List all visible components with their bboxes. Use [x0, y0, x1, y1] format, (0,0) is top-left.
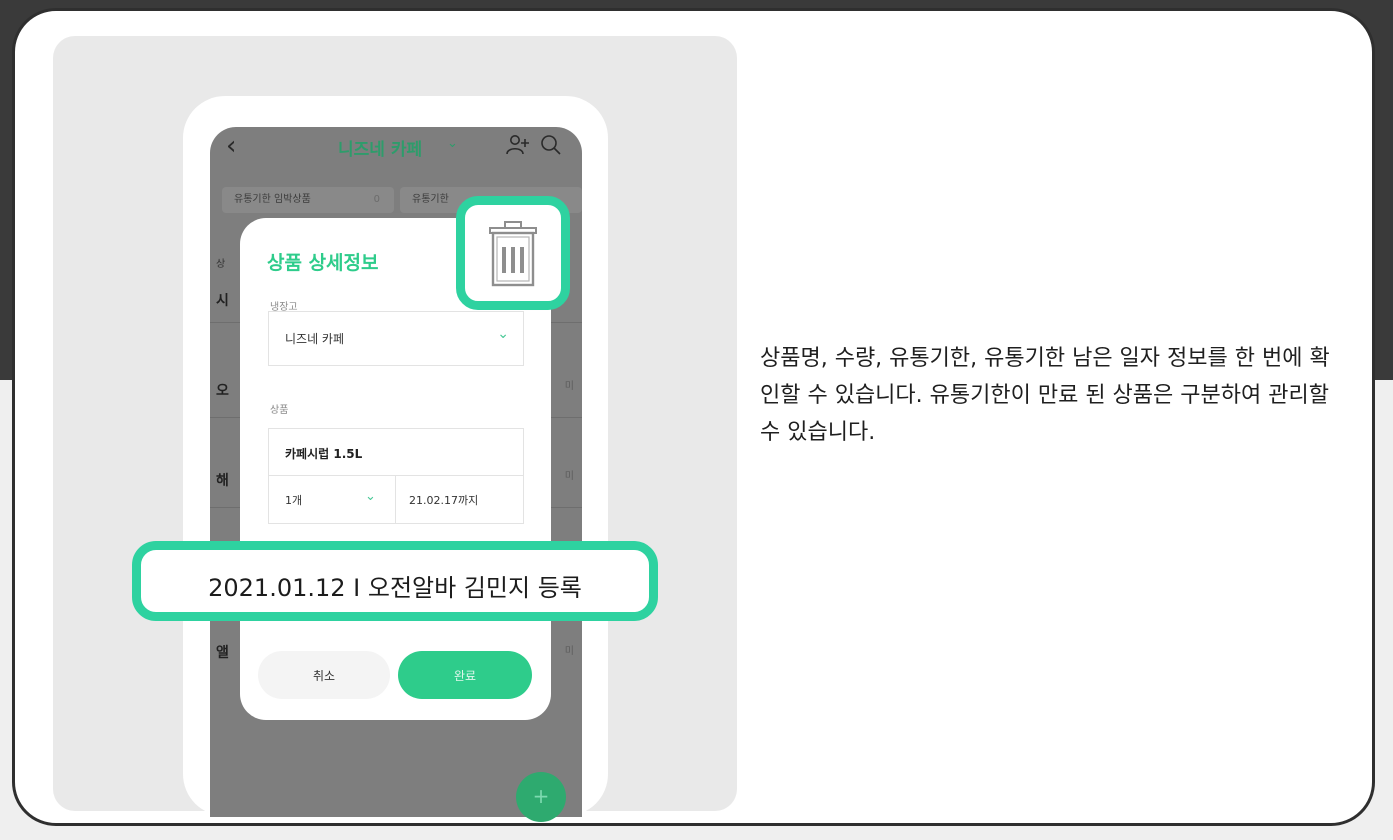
- divider: [269, 475, 523, 476]
- add-item-fab[interactable]: +: [516, 772, 566, 822]
- list-item-fragment: 오: [216, 383, 229, 399]
- filter-label: 유통기한: [412, 194, 449, 205]
- add-user-icon[interactable]: [506, 134, 530, 156]
- expiry-date-field[interactable]: 21.02.17까지: [409, 492, 478, 508]
- filter-label: 유통기한 임박상품: [234, 194, 311, 205]
- chevron-down-icon: ⌄: [497, 326, 509, 342]
- divider: [395, 475, 396, 523]
- plus-icon: +: [532, 784, 550, 808]
- modal-title: 상품 상세정보: [267, 252, 379, 274]
- back-arrow-icon[interactable]: ‹: [226, 131, 236, 161]
- product-info-box: 카페시럽 1.5L 1개 ⌄ 21.02.17까지: [268, 428, 524, 524]
- product-label: 상품: [270, 405, 289, 416]
- search-icon[interactable]: [540, 134, 562, 156]
- cancel-button[interactable]: 취소: [258, 651, 390, 699]
- filter-expiring-soon[interactable]: 유통기한 임박상품 0: [222, 187, 394, 213]
- done-button[interactable]: 완료: [398, 651, 532, 699]
- product-name-field[interactable]: 카페시럽 1.5L: [285, 445, 362, 462]
- trash-icon[interactable]: [487, 219, 539, 289]
- list-item-fragment: 상: [216, 259, 226, 270]
- chevron-down-icon[interactable]: ⌄: [447, 136, 458, 151]
- top-bar: ‹ 니즈네 카페 ⌄: [210, 127, 582, 167]
- list-item-side-text: 미: [564, 381, 574, 392]
- quantity-select[interactable]: 1개: [285, 492, 302, 508]
- list-item-fragment: 앨: [216, 645, 229, 661]
- fridge-value: 니즈네 카페: [285, 332, 345, 346]
- filter-count: 0: [373, 194, 380, 205]
- chevron-down-icon[interactable]: ⌄: [365, 489, 376, 504]
- list-item-side-text: 미: [564, 471, 574, 482]
- list-item-fragment: 해: [216, 473, 229, 489]
- delete-button-highlight[interactable]: [456, 196, 570, 310]
- registration-info-banner: 2021.01.12 I 오전알바 김민지 등록: [132, 541, 658, 621]
- registration-info: 2021.01.12 I 오전알바 김민지 등록: [208, 574, 582, 602]
- fridge-select[interactable]: 니즈네 카페 ⌄: [268, 311, 524, 366]
- feature-description: 상품명, 수량, 유통기한, 유통기한 남은 일자 정보를 한 번에 확인할 수…: [760, 346, 1330, 445]
- list-item-fragment: 시: [216, 293, 229, 309]
- list-item-side-text: 미: [564, 646, 574, 657]
- fridge-title[interactable]: 니즈네 카페: [338, 135, 422, 160]
